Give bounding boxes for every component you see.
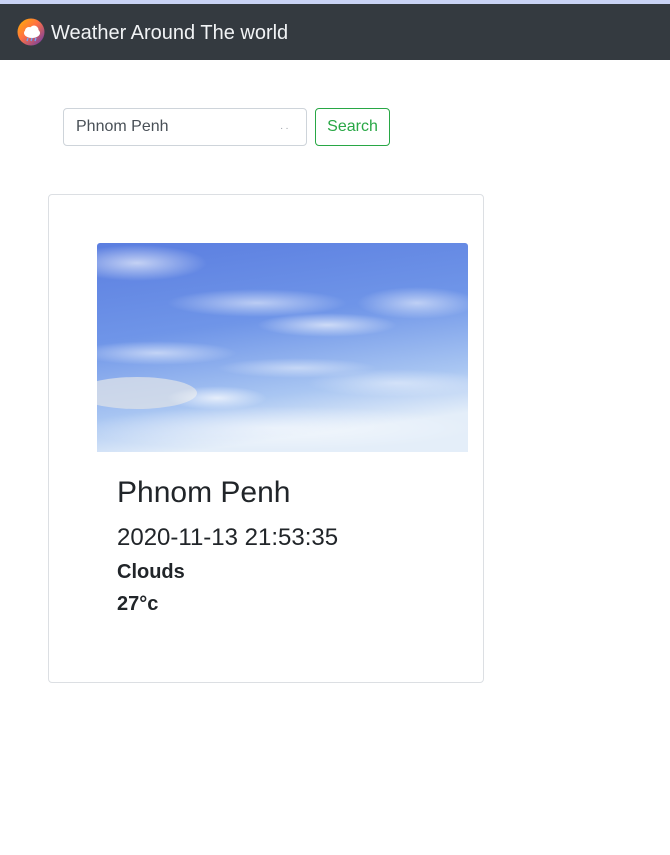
weather-condition: Clouds [117, 561, 185, 583]
temperature: 27°c [117, 593, 159, 615]
search-button[interactable]: Search [315, 108, 390, 146]
city-name: Phnom Penh [117, 476, 291, 509]
sky-clouds-image [97, 243, 468, 452]
weather-card: Phnom Penh 2020-11-13 21:53:35 Clouds 27… [48, 194, 484, 683]
observation-datetime: 2020-11-13 21:53:35 [117, 524, 339, 551]
input-autofill-icon: ·· [280, 123, 291, 134]
navbar: Weather Around The world [0, 4, 670, 60]
app-title[interactable]: Weather Around The world [51, 20, 288, 46]
weather-logo-icon[interactable] [17, 18, 45, 46]
city-search-input[interactable] [63, 108, 307, 146]
